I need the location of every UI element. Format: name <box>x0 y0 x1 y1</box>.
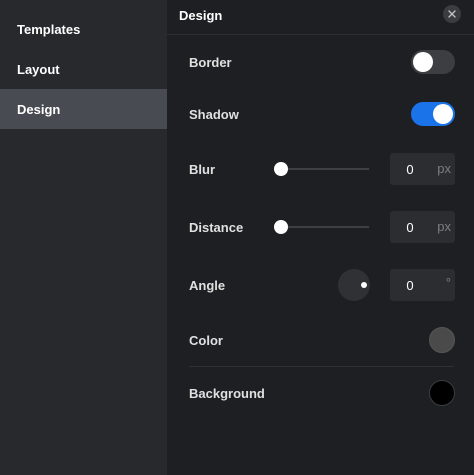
blur-slider-track[interactable] <box>281 168 369 170</box>
sidebar-item-layout[interactable]: Layout <box>0 49 167 89</box>
distance-slider-thumb[interactable] <box>274 220 288 234</box>
distance-field: px <box>390 211 455 243</box>
background-swatch[interactable] <box>429 380 455 406</box>
distance-input[interactable] <box>390 211 430 243</box>
background-label: Background <box>189 386 265 401</box>
close-button[interactable] <box>443 5 461 23</box>
blur-input[interactable] <box>390 153 430 185</box>
border-label: Border <box>189 55 232 70</box>
divider <box>189 366 454 367</box>
angle-input[interactable] <box>390 269 430 301</box>
toggle-knob <box>433 104 453 124</box>
sidebar-item-label: Templates <box>17 21 81 37</box>
toggle-knob <box>413 52 433 72</box>
angle-label: Angle <box>189 278 226 293</box>
sidebar-item-design[interactable]: Design <box>0 89 167 129</box>
panel-title: Design <box>179 8 223 23</box>
angle-dial[interactable] <box>338 269 370 301</box>
shadow-label: Shadow <box>189 107 239 122</box>
blur-field: px <box>390 153 455 185</box>
sidebar-item-templates[interactable]: Templates <box>0 9 167 49</box>
sidebar: Templates Layout Design <box>0 0 167 475</box>
panel-header: Design <box>167 0 474 35</box>
blur-label: Blur <box>189 162 215 177</box>
blur-slider-thumb[interactable] <box>274 162 288 176</box>
shadow-toggle[interactable] <box>411 102 455 126</box>
angle-unit: ° <box>445 275 451 290</box>
distance-slider-track[interactable] <box>281 226 369 228</box>
design-panel: Design Border Shadow Blur px Distance <box>167 0 474 475</box>
angle-field: ° <box>390 269 455 301</box>
border-toggle[interactable] <box>411 50 455 74</box>
sidebar-item-label: Design <box>17 101 61 117</box>
angle-handle[interactable] <box>361 282 367 288</box>
distance-label: Distance <box>189 220 244 235</box>
blur-unit: px <box>437 161 451 176</box>
close-icon <box>448 10 456 18</box>
color-swatch[interactable] <box>429 327 455 353</box>
app-root: Templates Layout Design Design Border Sh… <box>0 0 474 475</box>
distance-unit: px <box>437 219 451 234</box>
sidebar-item-label: Layout <box>17 61 60 77</box>
color-label: Color <box>189 333 223 348</box>
